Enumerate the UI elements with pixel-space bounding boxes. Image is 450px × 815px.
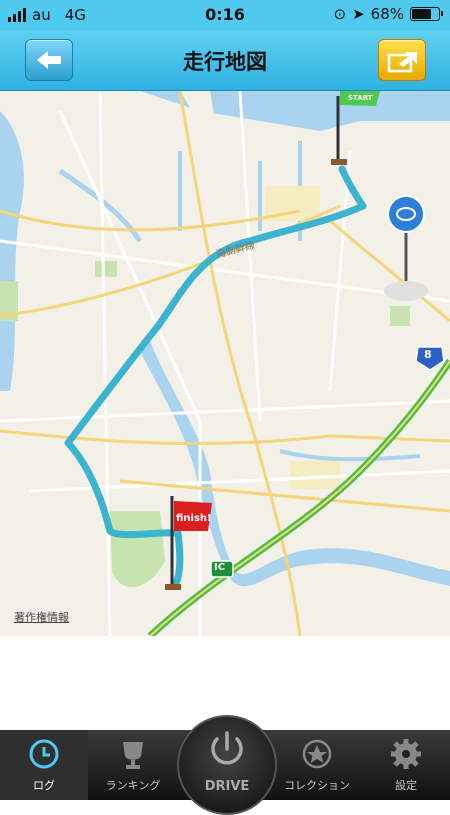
orientation-lock-icon: ⊙: [333, 5, 347, 23]
share-button[interactable]: [378, 39, 426, 81]
route-badge-label: 8: [424, 348, 432, 361]
battery-icon: [410, 7, 443, 21]
tab-log[interactable]: ログ: [0, 730, 88, 800]
location-pin[interactable]: [384, 195, 428, 301]
tab-settings-label: 設定: [395, 779, 417, 792]
ic-badge-label: IC: [214, 562, 226, 573]
park: [95, 261, 117, 277]
drive-label: DRIVE: [204, 779, 250, 794]
park-south: [110, 511, 165, 588]
map-canvas: [0, 91, 450, 636]
trophy-icon: [123, 742, 143, 769]
tab-collection-label: コレクション: [284, 779, 350, 792]
clock-icon: [29, 739, 59, 769]
location-icon: ➤: [352, 5, 365, 23]
battery-percent: 68%: [370, 5, 404, 23]
finish-flag-label: finish!: [176, 513, 212, 524]
status-bar: au 4G 0:16 ⊙ ➤ 68%: [0, 0, 450, 30]
tab-collection[interactable]: コレクション: [272, 730, 362, 800]
drive-map[interactable]: START finish! 海側幹線 8 IC 著作権情報: [0, 91, 450, 636]
map-credit-link[interactable]: 著作権情報: [14, 609, 69, 625]
tab-settings[interactable]: 設定: [362, 730, 450, 800]
share-arrow-icon: [387, 52, 417, 73]
river-west: [0, 111, 24, 391]
nav-bar: 走行地図: [0, 30, 450, 91]
star-icon: [302, 739, 332, 769]
finish-flag[interactable]: [165, 496, 212, 590]
tab-ranking[interactable]: ランキング: [88, 730, 178, 800]
tab-log-label: ログ: [33, 779, 55, 792]
status-right: ⊙ ➤ 68%: [333, 5, 443, 23]
start-flag[interactable]: [331, 91, 380, 165]
power-icon: [211, 731, 243, 765]
tab-ranking-label: ランキング: [105, 779, 161, 792]
drive-button[interactable]: DRIVE: [177, 715, 277, 815]
start-flag-label: START: [348, 94, 373, 102]
gear-icon: [391, 739, 421, 769]
